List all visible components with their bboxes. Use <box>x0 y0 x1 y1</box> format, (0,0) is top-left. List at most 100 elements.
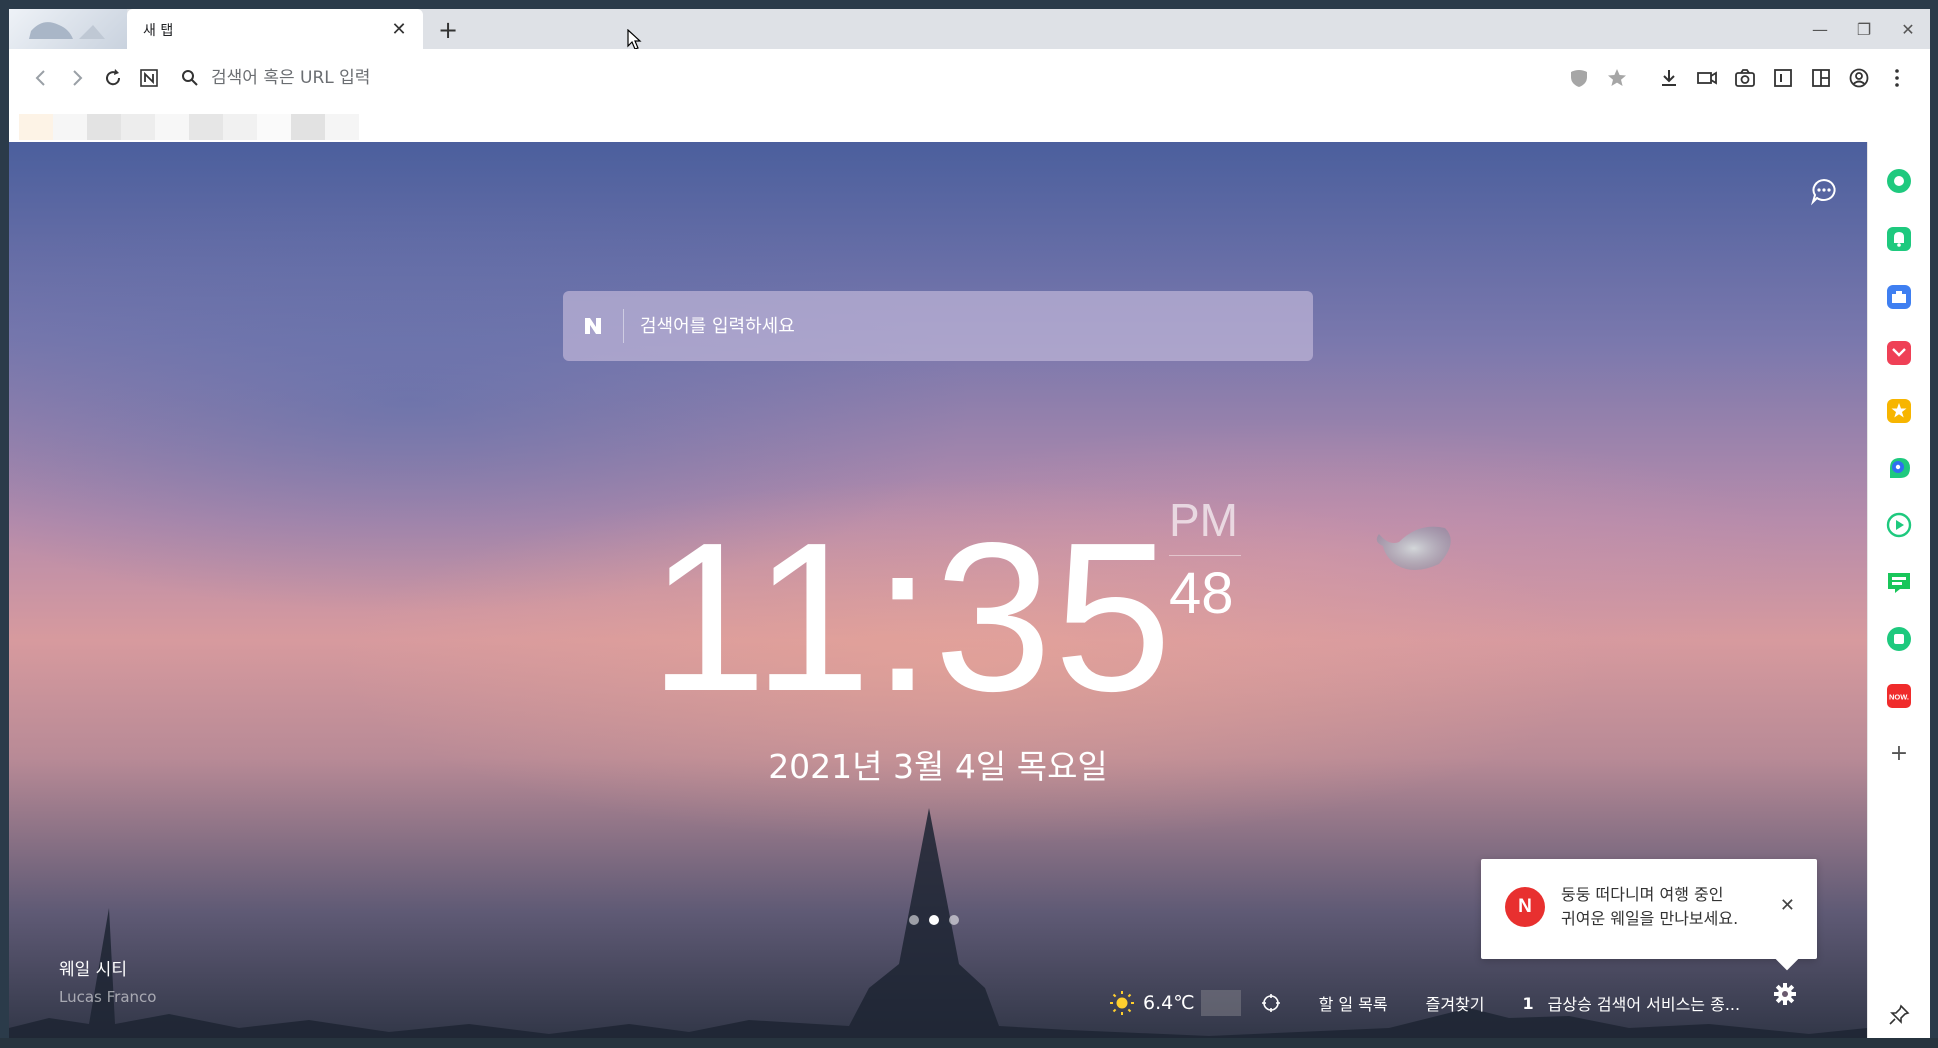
sidebar-item-toolbox[interactable] <box>1884 282 1914 312</box>
toast-close-icon[interactable]: ✕ <box>1780 895 1795 916</box>
bookmark-star-button[interactable] <box>1602 63 1632 93</box>
sidebar-item-pocket[interactable] <box>1884 338 1914 368</box>
page-dot-active[interactable] <box>929 915 939 925</box>
capture-button[interactable] <box>1730 63 1760 93</box>
split-view-button[interactable] <box>1806 63 1836 93</box>
naver-n-mark <box>585 318 601 334</box>
menu-button[interactable] <box>1882 63 1912 93</box>
download-button[interactable] <box>1654 63 1684 93</box>
search-icon <box>182 70 198 86</box>
music-icon <box>1886 512 1912 538</box>
toast-message: 둥둥 떠다니며 여행 중인 귀여운 웨일을 만나보세요. <box>1561 883 1771 931</box>
new-tab-button[interactable]: + <box>433 15 463 45</box>
video-button[interactable] <box>1692 63 1722 93</box>
browser-window: 새 탭 ✕ + — ❐ ✕ 검색어 혹은 URL 입력 검색어를 입력하세요 1… <box>9 9 1930 1048</box>
toast-line-2: 귀여운 웨일을 만나보세요. <box>1561 909 1739 928</box>
tab-title: 새 탭 <box>143 23 174 39</box>
trend-text: 급상승 검색어 서비스는 종... <box>1547 995 1741 1014</box>
chat-bubble-button[interactable] <box>1809 176 1839 206</box>
favorite-star-icon <box>1887 399 1911 423</box>
green-circle-icon <box>1887 169 1911 193</box>
sidebar-item-now[interactable]: NOW. <box>1884 681 1914 711</box>
todo-widget[interactable]: 할 일 목록 <box>1319 991 1388 1015</box>
sun-icon <box>1110 991 1134 1015</box>
minimize-button[interactable]: — <box>1798 9 1842 49</box>
address-bar[interactable] <box>181 61 1281 95</box>
location-blurred <box>1200 990 1241 1016</box>
naver-toast-logo-icon: N <box>1505 887 1545 927</box>
sidebar-pin-button[interactable] <box>1884 1000 1914 1030</box>
favorites-widget[interactable]: 즐겨찾기 <box>1426 991 1485 1015</box>
address-input[interactable] <box>209 67 1213 89</box>
clock: 11:35 PM 48 <box>649 494 1241 723</box>
wallpaper-credit: 웨일 시티 Lucas Franco <box>59 955 156 1006</box>
sidebar-add-button[interactable]: + <box>1884 738 1914 768</box>
settings-button[interactable] <box>1773 982 1797 1010</box>
whale-notification-toast: N 둥둥 떠다니며 여행 중인 귀여운 웨일을 만나보세요. ✕ <box>1481 859 1817 959</box>
profile-button[interactable] <box>1844 63 1874 93</box>
new-tab-page: 11:35 PM 48 2021년 3월 4일 목요일 웨일 시티 Lucas … <box>9 142 1867 1048</box>
download-icon <box>1662 70 1676 86</box>
toolbox-icon <box>1887 285 1911 309</box>
green-square-icon <box>1887 627 1911 651</box>
page-dot[interactable] <box>909 915 919 925</box>
sidebar-item-green-square[interactable] <box>1884 624 1914 654</box>
whale-mascot-icon[interactable] <box>1369 512 1459 582</box>
reload-button[interactable] <box>98 63 128 93</box>
trend-widget[interactable]: 1 급상승 검색어 서비스는 종... <box>1523 991 1741 1015</box>
back-icon <box>35 70 45 86</box>
forward-button[interactable] <box>62 63 92 93</box>
tab-close-icon[interactable]: ✕ <box>385 15 413 43</box>
clock-hours: 11 <box>649 498 874 735</box>
clock-side: PM 48 <box>1169 493 1245 626</box>
sidebar-item-alarm[interactable] <box>1884 224 1914 254</box>
profile-icon <box>1849 68 1869 88</box>
whale-logo-tab[interactable] <box>9 9 127 49</box>
naver-home-icon <box>140 69 158 87</box>
naver-search-box[interactable] <box>563 291 1313 361</box>
clock-minutes: 35 <box>933 498 1174 735</box>
sidebar-item-webtoon[interactable] <box>1884 567 1914 597</box>
reader-button[interactable] <box>1768 63 1798 93</box>
tab-new-tab[interactable]: 새 탭 ✕ <box>127 9 423 49</box>
sidebar-item-papago[interactable] <box>1884 453 1914 483</box>
pin-icon <box>1889 1004 1910 1025</box>
crosshair-icon <box>1261 994 1280 1012</box>
reload-icon <box>106 69 121 86</box>
split-view-icon <box>1812 69 1830 87</box>
shield-button[interactable] <box>1564 63 1594 93</box>
naver-logo-icon <box>563 291 623 361</box>
video-icon <box>1697 71 1717 85</box>
clock-seconds: 48 <box>1169 561 1234 626</box>
location-target-button[interactable] <box>1261 993 1281 1013</box>
toolbar-actions <box>1564 63 1912 93</box>
sidebar-item-favorites[interactable] <box>1884 396 1914 426</box>
wallpaper-author: Lucas Franco <box>59 988 157 1006</box>
window-controls: — ❐ ✕ <box>1798 9 1930 49</box>
search-input[interactable] <box>624 314 1313 338</box>
sidebar-item-music[interactable] <box>1884 510 1914 540</box>
chat-bubble-icon <box>1810 178 1836 206</box>
menu-icon <box>1895 69 1899 87</box>
trend-rank: 1 <box>1522 993 1534 1013</box>
naver-home-button[interactable] <box>134 63 164 93</box>
tab-strip: 새 탭 ✕ + — ❐ ✕ <box>9 9 1930 50</box>
wallpaper-title[interactable]: 웨일 시티 <box>59 955 156 980</box>
clock-ampm: PM <box>1169 494 1238 546</box>
bottom-widgets: 6.4℃ 할 일 목록 즐겨찾기 1 급상승 검색어 서비스는 종... <box>1109 990 1778 1016</box>
sidebar-item-green-circle[interactable] <box>1884 166 1914 196</box>
webtoon-icon <box>1888 573 1910 593</box>
pocket-icon <box>1887 341 1911 365</box>
bookmark-items-blurred[interactable] <box>19 114 359 140</box>
os-taskbar <box>0 1038 1938 1048</box>
toast-line-1: 둥둥 떠다니며 여행 중인 <box>1561 885 1724 904</box>
restore-button[interactable]: ❐ <box>1842 9 1886 49</box>
temperature-text: 6.4℃ <box>1143 992 1195 1014</box>
toolbar <box>9 49 1930 107</box>
page-dot[interactable] <box>949 915 959 925</box>
close-window-button[interactable]: ✕ <box>1886 9 1930 49</box>
reader-icon <box>1774 69 1792 87</box>
papago-icon <box>1890 458 1910 478</box>
back-button[interactable] <box>26 63 56 93</box>
weather-widget[interactable]: 6.4℃ <box>1109 990 1241 1016</box>
